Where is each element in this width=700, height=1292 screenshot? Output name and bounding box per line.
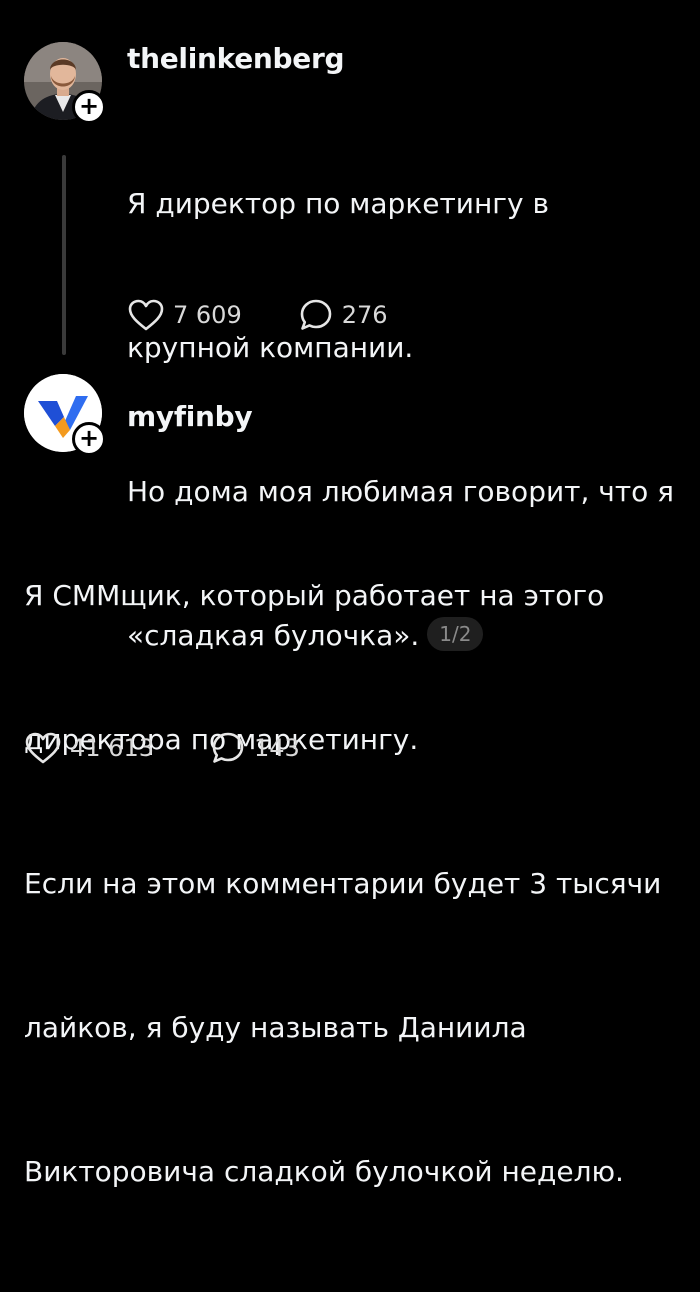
thread-connector-line: [62, 155, 66, 355]
speech-bubble-icon: [210, 730, 246, 766]
post-username[interactable]: myfinby: [127, 400, 253, 433]
reply-button[interactable]: 143: [210, 730, 300, 766]
follow-plus-button[interactable]: +: [72, 422, 106, 456]
like-button[interactable]: 7 609: [127, 298, 242, 332]
follow-plus-button[interactable]: +: [72, 90, 106, 124]
like-count: 41 613: [70, 734, 154, 762]
like-button[interactable]: 41 613: [24, 731, 154, 765]
reply-button[interactable]: 276: [298, 297, 388, 333]
reply-count: 276: [341, 301, 388, 329]
post-myfinby: + myfinby Я СММщик, который работает на …: [0, 370, 700, 1188]
like-count: 7 609: [173, 301, 242, 329]
post-actions: 41 613 143: [24, 728, 300, 768]
heart-icon: [127, 298, 165, 332]
post-username[interactable]: thelinkenberg: [127, 42, 345, 75]
reply-count: 143: [253, 734, 300, 762]
post-body-line: Викторовича сладкой булочкой неделю.: [24, 1155, 624, 1188]
avatar-thelinkenberg-wrap[interactable]: +: [24, 42, 106, 124]
post-body: Я СММщик, который работает на этого дире…: [24, 476, 661, 1292]
post-body-line: лайков, я буду называть Даниила: [24, 1011, 527, 1044]
post-body-line: Если на этом комментарии будет 3 тысячи: [24, 867, 662, 900]
speech-bubble-icon: [298, 297, 334, 333]
avatar-myfinby-wrap[interactable]: +: [24, 374, 106, 456]
post-body-line: Я директор по маркетингу в: [127, 187, 549, 220]
heart-icon: [24, 731, 62, 765]
post-body-line: Я СММщик, который работает на этого: [24, 579, 605, 612]
post-thelinkenberg: + thelinkenberg Я директор по маркетингу…: [0, 0, 700, 652]
post-actions: 7 609 276: [127, 295, 388, 335]
